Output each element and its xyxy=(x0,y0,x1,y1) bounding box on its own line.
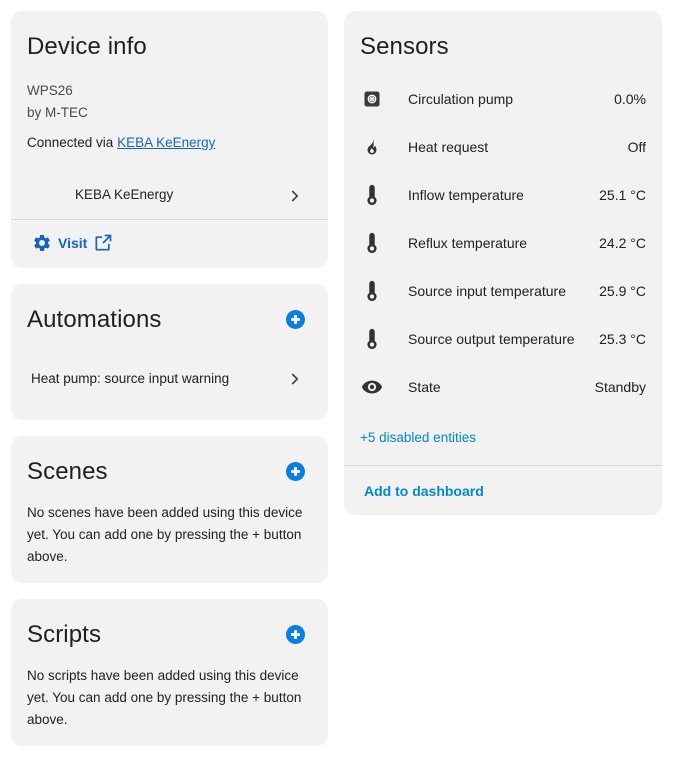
sensor-value: 0.0% xyxy=(614,91,646,107)
sensors-card: Sensors Circulation pump 0.0% Heat reque… xyxy=(344,11,662,515)
thermometer-icon xyxy=(360,327,384,351)
sensor-name: State xyxy=(408,379,441,395)
connected-via-prefix: Connected via xyxy=(27,135,118,150)
thermometer-icon xyxy=(360,183,384,207)
sensor-row-heat-request[interactable]: Heat request Off xyxy=(344,123,662,171)
scripts-card: Scripts No scripts have been added using… xyxy=(11,599,328,746)
sensors-title: Sensors xyxy=(360,33,449,60)
automations-card: Automations Heat pump: source input warn… xyxy=(11,284,328,420)
automations-title: Automations xyxy=(27,306,162,333)
automation-item-label: Heat pump: source input warning xyxy=(31,371,230,386)
sensor-name: Inflow temperature xyxy=(408,187,524,203)
eye-icon xyxy=(360,375,384,399)
chevron-right-icon xyxy=(291,373,299,385)
scenes-empty-text: No scenes have been added using this dev… xyxy=(27,505,303,564)
sensor-row-reflux-temperature[interactable]: Reflux temperature 24.2 °C xyxy=(344,219,662,267)
hub-item-label: KEBA KeEnergy xyxy=(75,187,174,202)
device-model: WPS26 xyxy=(27,83,73,98)
sensor-name: Circulation pump xyxy=(408,91,514,107)
sensor-name: Heat request xyxy=(408,139,489,155)
sensor-value: Standby xyxy=(594,379,646,395)
pump-icon xyxy=(360,87,384,111)
hub-item[interactable]: KEBA KeEnergy xyxy=(11,177,328,213)
sensor-name: Reflux temperature xyxy=(408,235,528,251)
fire-icon xyxy=(360,135,384,159)
add-script-button[interactable] xyxy=(286,625,305,644)
thermometer-icon xyxy=(360,231,384,255)
sensor-value: Off xyxy=(627,139,646,155)
automation-item[interactable]: Heat pump: source input warning xyxy=(11,362,328,396)
scenes-card: Scenes No scenes have been added using t… xyxy=(11,436,328,583)
device-info-divider xyxy=(11,219,328,220)
sensor-row-source-input-temperature[interactable]: Source input temperature 25.9 °C xyxy=(344,267,662,315)
sensor-name: Source input temperature xyxy=(408,283,566,299)
sensor-row-circulation-pump[interactable]: Circulation pump 0.0% xyxy=(344,75,662,123)
connected-via-link[interactable]: KEBA KeEnergy xyxy=(117,135,215,150)
sensor-row-inflow-temperature[interactable]: Inflow temperature 25.1 °C xyxy=(344,171,662,219)
add-to-dashboard-button[interactable]: Add to dashboard xyxy=(364,483,484,499)
visit-label: Visit xyxy=(58,235,88,251)
connected-via: Connected via KEBA KeEnergy xyxy=(27,135,215,150)
gear-icon xyxy=(34,234,50,251)
device-info-card: Device info WPS26 by M-TEC Connected via… xyxy=(11,11,328,268)
chevron-right-icon xyxy=(291,190,299,202)
device-manufacturer: by M-TEC xyxy=(27,105,88,120)
sensor-value: 25.1 °C xyxy=(599,187,646,203)
sensors-divider xyxy=(344,465,662,466)
external-link-icon xyxy=(95,234,112,251)
sensor-name: Source output temperature xyxy=(408,331,575,347)
visit-button[interactable]: Visit xyxy=(32,233,113,253)
sensor-value: 25.9 °C xyxy=(599,283,646,299)
add-scene-button[interactable] xyxy=(286,462,305,481)
thermometer-icon xyxy=(360,279,384,303)
sensor-row-state[interactable]: State Standby xyxy=(344,363,662,411)
device-info-title: Device info xyxy=(27,33,147,60)
scripts-empty-text: No scripts have been added using this de… xyxy=(27,668,302,727)
sensor-value: 24.2 °C xyxy=(599,235,646,251)
scenes-title: Scenes xyxy=(27,458,108,485)
sensor-value: 25.3 °C xyxy=(599,331,646,347)
scripts-title: Scripts xyxy=(27,621,102,648)
add-automation-button[interactable] xyxy=(286,310,305,329)
sensor-row-source-output-temperature[interactable]: Source output temperature 25.3 °C xyxy=(344,315,662,363)
disabled-entities-link[interactable]: +5 disabled entities xyxy=(360,430,476,445)
